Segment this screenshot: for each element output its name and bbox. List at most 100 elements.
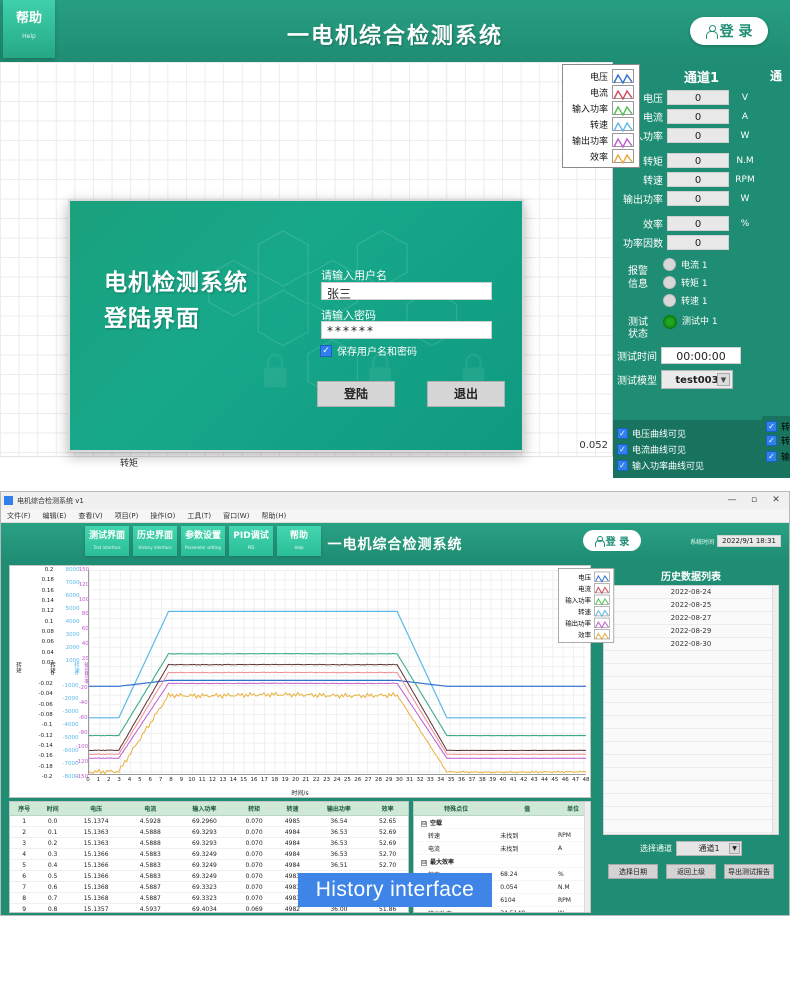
table-column-header[interactable]: 输入功率 [175, 802, 234, 816]
history-date-item[interactable]: 2022-08-30 [604, 638, 778, 651]
history-empty-row [604, 755, 778, 768]
legend-item[interactable]: 转速 [565, 116, 637, 132]
history-date-item[interactable]: 2022-08-27 [604, 612, 778, 625]
table-column-header[interactable]: 时间 [38, 802, 66, 816]
y-axis-tick: -0.1 [42, 722, 53, 728]
table-column-header[interactable]: 效率 [367, 802, 408, 816]
legend-item[interactable]: 输出功率 [560, 617, 612, 629]
table-column-header[interactable]: 输出功率 [311, 802, 368, 816]
dialog-exit-button[interactable]: 退出 [427, 381, 505, 407]
special-group-row[interactable]: ⊟空载 [414, 816, 590, 829]
history-date-item[interactable]: 2022-08-29 [604, 625, 778, 638]
chart-corner-value: 0.052 [579, 440, 608, 451]
remember-credentials-checkbox[interactable]: ✓ 保存用户名和密码 [320, 343, 417, 358]
table-row[interactable]: 10.015.13744.592869.29600.070498536.5452… [10, 816, 408, 827]
menu-item-edit[interactable]: 编辑(E) [43, 511, 67, 521]
table-column-header[interactable]: 电流 [125, 802, 175, 816]
table-row[interactable]: 30.215.13634.588869.32930.070498436.5352… [10, 838, 408, 849]
close-icon[interactable]: ✕ [765, 492, 787, 509]
checkbox-voltage-curve[interactable]: ✓ 电压曲线可见 [617, 425, 786, 441]
legend-swatch-speed-icon [612, 117, 634, 131]
menu-item-project[interactable]: 项目(P) [115, 511, 139, 521]
menu-item-help[interactable]: 帮助(H) [261, 511, 286, 521]
expander-icon[interactable]: ⊟ [421, 860, 427, 866]
checkbox-current-curve[interactable]: ✓ 电流曲线可见 [617, 441, 786, 457]
legend-item[interactable]: 效率 [565, 148, 637, 164]
curve-visibility-checkboxes-overflow: ✓ 转 ✓ 转 ✓ 输 [762, 416, 790, 478]
table-cell: 0.070 [234, 838, 275, 849]
test-model-label: 测试模型 [613, 372, 661, 387]
table-column-header[interactable]: 转速 [274, 802, 310, 816]
checkbox-icon[interactable]: ✓ [617, 428, 628, 439]
minimize-icon[interactable]: — [721, 492, 743, 509]
checkbox-icon[interactable]: ✓ [766, 435, 777, 446]
chart-legend-2[interactable]: 电压 电流 输入功率 [558, 568, 614, 643]
menu-item-view[interactable]: 查看(V) [78, 511, 102, 521]
login-button-2[interactable]: 登 录 [583, 530, 641, 551]
special-column-header[interactable]: 特殊点位 [414, 802, 498, 816]
legend-item[interactable]: 输入功率 [565, 100, 637, 116]
history-date-list[interactable]: 2022-08-242022-08-252022-08-272022-08-29… [603, 585, 779, 835]
checkbox-icon[interactable]: ✓ [617, 460, 628, 471]
legend-item[interactable]: 转速 [560, 605, 612, 617]
legend-item[interactable]: 输出功率 [565, 132, 637, 148]
test-model-select[interactable]: test003 ▼ [661, 370, 733, 389]
table-row[interactable]: 40.315.13664.588369.32490.070498436.5352… [10, 849, 408, 860]
checkbox-icon[interactable]: ✓ [617, 444, 628, 455]
table-column-header[interactable]: 电压 [67, 802, 126, 816]
checkbox-input-power-curve[interactable]: ✓ 输入功率曲线可见 [617, 457, 786, 473]
menu-item-operate[interactable]: 操作(O) [150, 511, 175, 521]
legend-item[interactable]: 电流 [560, 582, 612, 594]
special-column-header[interactable]: 值 [498, 802, 556, 816]
table-column-header[interactable]: 转矩 [234, 802, 275, 816]
legend-item[interactable]: 效率 [560, 628, 612, 640]
legend-item[interactable]: 输入功率 [560, 594, 612, 606]
special-key: 转速 [414, 829, 498, 842]
x-axis-tick: 11 [199, 777, 206, 783]
maximize-icon[interactable]: ▫ [743, 492, 765, 509]
menu-item-tools[interactable]: 工具(T) [187, 511, 211, 521]
table-cell: 4984 [274, 827, 310, 838]
checkbox-overflow-1[interactable]: ✓ 转 [762, 416, 790, 432]
legend-label: 电流 [568, 86, 612, 99]
menu-item-window[interactable]: 窗口(W) [223, 511, 249, 521]
chart-plot-area[interactable] [88, 570, 586, 775]
chevron-down-icon[interactable]: ▼ [729, 843, 740, 854]
channel-select[interactable]: 通道1 ▼ [676, 841, 742, 856]
table-column-header[interactable]: 序号 [10, 802, 38, 816]
window-controls: — ▫ ✕ [721, 492, 787, 509]
legend-item[interactable]: 电压 [560, 571, 612, 583]
username-input[interactable]: 张三 [321, 282, 492, 300]
table-row[interactable]: 20.115.13634.588869.32930.070498436.5352… [10, 827, 408, 838]
checkbox-icon[interactable]: ✓ [766, 451, 777, 462]
measure-unit: V [729, 93, 761, 103]
scrollbar[interactable] [772, 586, 778, 834]
password-input[interactable]: ****** [321, 321, 492, 339]
y-axis-tick: 0.1 [45, 619, 54, 625]
checkbox-icon[interactable]: ✓ [320, 345, 332, 357]
dialog-login-button[interactable]: 登陆 [317, 381, 395, 407]
table-cell: 5 [10, 860, 38, 871]
checkbox-overflow-2[interactable]: ✓ 转 [762, 432, 790, 448]
measure-value: 0 [667, 109, 729, 124]
table-row[interactable]: 50.415.13664.588369.32490.070498436.5152… [10, 860, 408, 871]
expander-icon[interactable]: ⊟ [421, 821, 427, 827]
history-chart[interactable]: 0.20.180.160.140.120.10.080.060.040.020-… [9, 565, 591, 798]
x-axis-tick: 48 [583, 777, 590, 783]
login-button-1[interactable]: 登 录 [690, 17, 768, 45]
checkbox-overflow-3[interactable]: ✓ 输 [762, 448, 790, 464]
special-row: 输出功率34.5148W [414, 907, 590, 914]
table-cell: 0.070 [234, 816, 275, 827]
menu-item-file[interactable]: 文件(F) [7, 511, 31, 521]
measure-name: 功率因数 [613, 235, 667, 250]
legend-item[interactable]: 电流 [565, 84, 637, 100]
history-date-item[interactable]: 2022-08-24 [604, 586, 778, 599]
chevron-down-icon[interactable]: ▼ [717, 373, 730, 386]
checkbox-icon[interactable]: ✓ [766, 421, 777, 432]
legend-item[interactable]: 电压 [565, 68, 637, 84]
history-empty-row [604, 768, 778, 781]
history-date-item[interactable]: 2022-08-25 [604, 599, 778, 612]
special-group-row[interactable]: ⊟最大效率 [414, 855, 590, 868]
chart-legend-1[interactable]: 电压 电流 输入功率 转速 输出功率 [562, 64, 640, 168]
table-cell: 52.69 [367, 838, 408, 849]
